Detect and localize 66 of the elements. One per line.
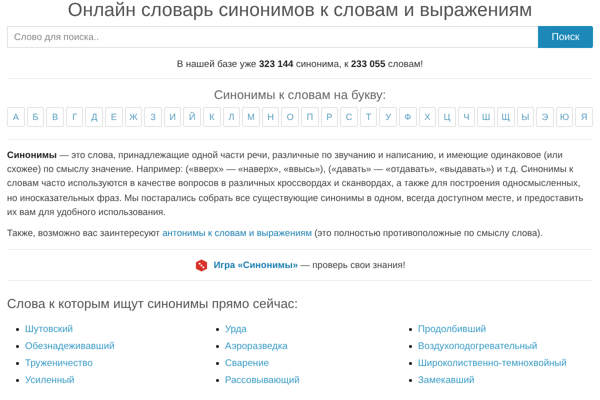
letter-link[interactable]: В <box>46 107 64 127</box>
game-sentence: Игра «Синонимы» — проверь свои знания! <box>214 259 406 272</box>
letter-link[interactable]: Ф <box>398 107 417 127</box>
search-field[interactable]: Слово для поиска.. <box>7 26 538 48</box>
page-title: Онлайн словарь синонимов к словам и выражениям <box>66 0 534 21</box>
letter-link[interactable]: К <box>203 107 221 127</box>
word-link[interactable]: Аэроразведка <box>225 340 288 352</box>
word-link[interactable]: Сварение <box>225 358 269 369</box>
letter-link[interactable]: Л <box>222 107 240 127</box>
letter-link[interactable]: З <box>144 107 162 127</box>
bullet-icon <box>409 328 412 331</box>
word-link[interactable]: Шутовский <box>25 324 73 335</box>
letter-link[interactable]: И <box>164 107 182 127</box>
letter-link[interactable]: Р <box>320 107 338 127</box>
bullet-icon <box>16 378 19 382</box>
letter-link[interactable]: У <box>379 107 397 127</box>
word-link[interactable]: Воздухоподогревательный <box>418 340 538 352</box>
letter-link[interactable]: Й <box>183 107 202 127</box>
word-link[interactable]: Обезнадеживавший <box>25 340 114 352</box>
dice-icon <box>194 258 208 272</box>
bullet-icon <box>409 344 412 348</box>
bullet-icon <box>216 378 219 382</box>
letter-link[interactable]: А <box>7 107 25 127</box>
letter-link[interactable]: Я <box>575 107 593 127</box>
antonyms-link[interactable]: антонимы к словам и выражениям <box>162 228 312 238</box>
letter-link[interactable]: П <box>301 107 319 127</box>
letter-link[interactable]: М <box>242 107 260 127</box>
letter-link[interactable]: Н <box>262 107 280 127</box>
word-link[interactable]: Продолбивший <box>418 324 486 335</box>
letter-link[interactable]: Ш <box>477 107 495 127</box>
word-link[interactable]: Замекавший <box>418 374 474 386</box>
game-link[interactable]: Игра «Синонимы» <box>214 260 298 270</box>
word-link[interactable]: Урда <box>225 324 247 335</box>
bullet-icon <box>16 362 19 365</box>
letter-link[interactable]: Б <box>26 107 44 127</box>
word-link[interactable]: Усиленный <box>25 374 74 386</box>
bullet-icon <box>409 362 412 365</box>
bullet-icon <box>409 378 412 382</box>
bullet-icon <box>16 328 19 331</box>
stats-text: В нашей базе уже 323 144 синонима, к 233 055 словам! <box>176 59 424 70</box>
alphabet-heading: Синонимы к словам на букву: <box>213 88 387 102</box>
word-link[interactable]: Рассовывающий <box>225 374 300 386</box>
letter-link[interactable]: Ю <box>556 107 574 127</box>
letter-link[interactable]: Ч <box>458 107 476 127</box>
letter-link[interactable]: Е <box>105 107 123 127</box>
intro-paragraph: Синонимы — это слова, принадлежащие одной части речи, различные по звучанию и написанию, и имеющие одинаковое (или схожее) по смыслу значение. Например: («вверх» — «наверх», «ввысь»), («давать» — «отдавать», «выдавать») и т.д. Синонимы к словам часто используются в качестве вопросов в различных кроссвордах и сканвордах, а также для построения односмысленных, но иносказательных фраз. Мы постарались собрать все существующие синонимы в одном, всегда доступном месте, и предоставить их вам для удобного использования. <box>7 149 584 219</box>
letter-link[interactable]: Ы <box>516 107 534 127</box>
bullet-icon <box>216 328 219 331</box>
letter-link[interactable]: Х <box>418 107 436 127</box>
letter-link[interactable]: Д <box>85 107 104 127</box>
letter-link[interactable]: Щ <box>496 107 515 127</box>
popular-heading: Слова к которым ищут синонимы прямо сейчас: <box>7 296 299 312</box>
letter-link[interactable]: Ц <box>438 107 456 127</box>
bullet-icon <box>216 344 219 348</box>
word-link[interactable]: Широколиственно-темнохвойный <box>418 358 567 369</box>
letter-link[interactable]: Ж <box>124 107 142 127</box>
also-sentence: Также, возможно вас заинтересуют антонимы к словам и выражениям (это полностью противоположные по смыслу слова). <box>7 227 544 240</box>
letter-link[interactable]: Э <box>536 107 554 127</box>
search-button[interactable]: Поиск <box>538 26 593 48</box>
bullet-icon <box>216 362 219 365</box>
letter-link[interactable]: С <box>340 107 358 127</box>
letter-link[interactable]: Т <box>360 107 378 127</box>
letter-link[interactable]: Г <box>66 107 84 127</box>
letter-link[interactable]: О <box>281 107 299 127</box>
word-link[interactable]: Труженичество <box>25 358 93 369</box>
bullet-icon <box>16 344 19 348</box>
